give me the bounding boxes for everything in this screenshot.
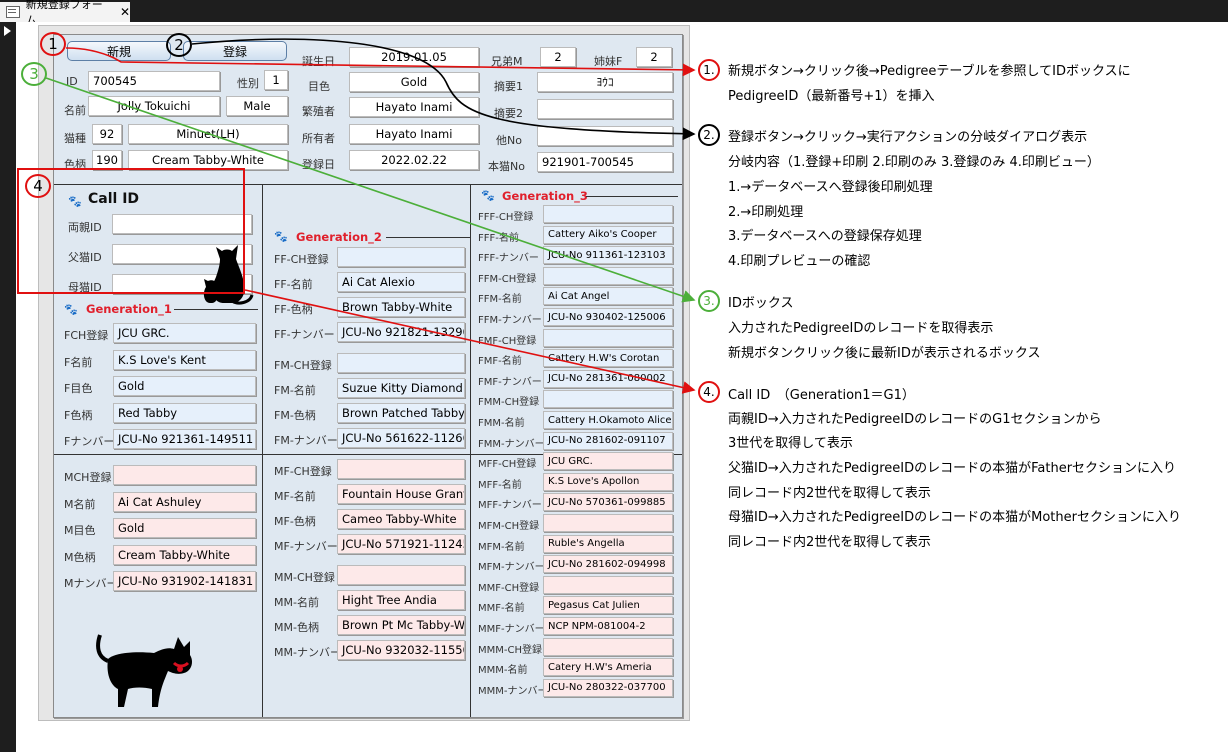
- form-canvas: 新規 登録 ID 700545 性別 1 名前 Jolly Tokuichi M…: [16, 22, 1228, 752]
- record-pointer-icon: [4, 26, 11, 36]
- title-bar: 新規登録フォーム ✕: [0, 0, 1228, 27]
- connector-arrows: [45, 38, 696, 394]
- arrow-1: [65, 47, 696, 77]
- close-icon[interactable]: ✕: [120, 5, 130, 19]
- record-selector-bar: [0, 22, 16, 752]
- form-icon: [6, 6, 20, 18]
- arrow-3: [45, 77, 696, 303]
- arrow-2: [191, 38, 696, 141]
- document-tab[interactable]: 新規登録フォーム ✕: [0, 0, 130, 27]
- arrow-4: [244, 289, 696, 394]
